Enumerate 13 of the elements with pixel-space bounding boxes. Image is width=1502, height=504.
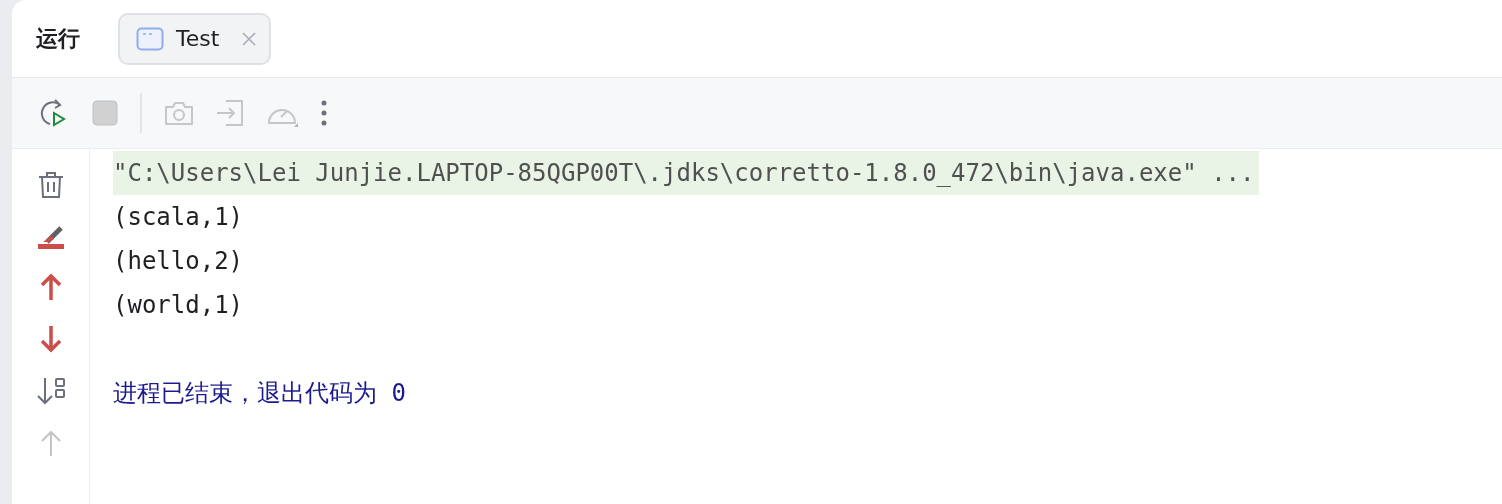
scroll-to-end-icon[interactable]: [35, 377, 66, 405]
window-icon: [136, 26, 164, 51]
output-line: (world,1): [113, 290, 245, 321]
output-line: (scala,1): [113, 202, 245, 233]
up-arrow-icon[interactable]: [38, 273, 63, 301]
run-tab[interactable]: Test: [118, 12, 272, 65]
trash-icon[interactable]: [37, 171, 64, 199]
pen-icon[interactable]: [36, 223, 65, 249]
more-icon[interactable]: [320, 99, 328, 127]
output-line: (hello,2): [113, 246, 245, 277]
down-arrow-icon[interactable]: [38, 325, 63, 353]
panel-title: 运行: [36, 24, 80, 53]
exit-message: 进程已结束，退出代码为 0: [113, 378, 407, 409]
